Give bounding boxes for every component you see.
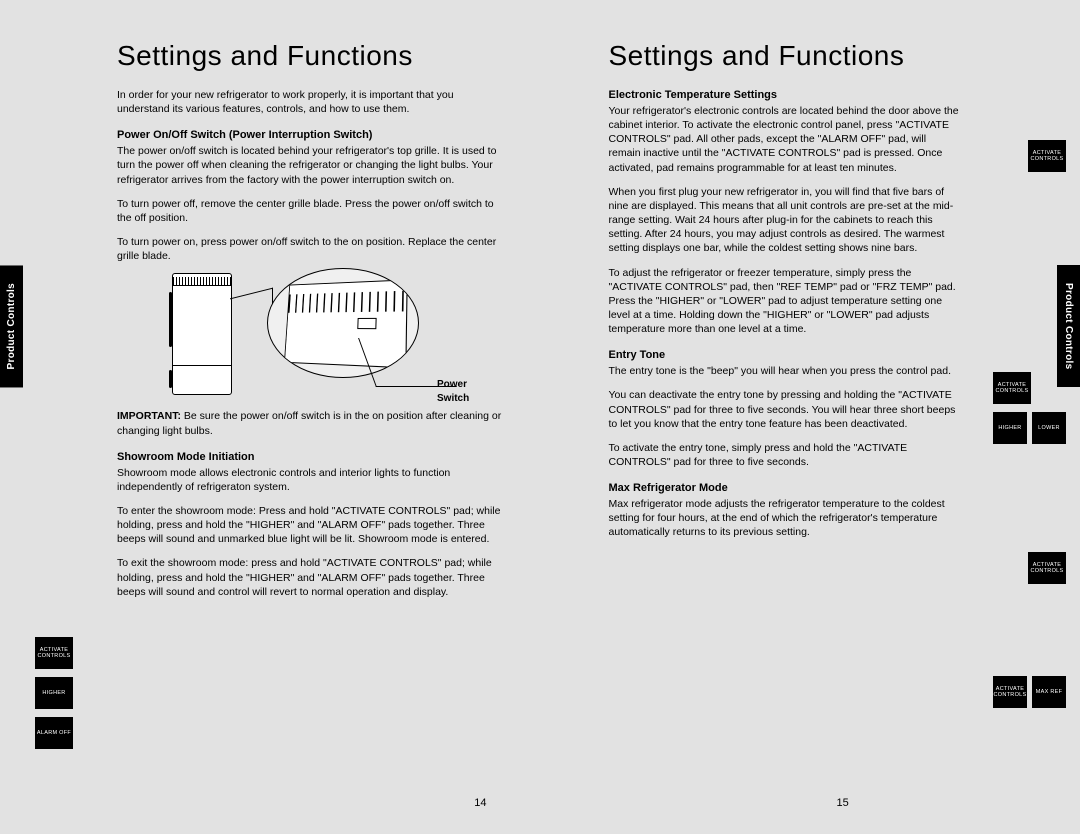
body-right: Electronic Temperature Settings Your ref… [609, 88, 961, 540]
side-tab-left: Product Controls [0, 265, 23, 387]
text: You can deactivate the entry tone by pre… [609, 388, 961, 431]
power-switch-label: Power Switch [437, 378, 472, 405]
text: To enter the showroom mode: Press and ho… [117, 504, 502, 547]
pad-alarm-off: ALARM OFF [35, 717, 73, 749]
important-note: IMPORTANT: Be sure the power on/off swit… [117, 409, 502, 437]
body-left: In order for your new refrigerator to wo… [117, 88, 502, 599]
pad-higher: HIGHER [35, 677, 73, 709]
fridge-icon [172, 273, 232, 395]
section-max-ref-title: Max Refrigerator Mode [609, 481, 961, 496]
intro-text: In order for your new refrigerator to wo… [117, 88, 502, 116]
pad-higher: HIGHER [993, 412, 1027, 444]
page-title: Settings and Functions [117, 40, 502, 72]
pad-max-ref: MAX REF [1032, 676, 1066, 708]
pad-group-3: ACTIVATE CONTROLS [1028, 552, 1066, 584]
text: Your refrigerator's electronic controls … [609, 104, 961, 175]
page-spread: Product Controls Settings and Functions … [0, 0, 1080, 834]
pad-activate-controls: ACTIVATE CONTROLS [1028, 140, 1066, 172]
page-number: 15 [837, 797, 849, 809]
side-tab-right: Product Controls [1057, 265, 1080, 387]
text: Max refrigerator mode adjusts the refrig… [609, 497, 961, 540]
pad-group-2: ACTIVATE CONTROLS HIGHER LOWER [993, 372, 1066, 444]
pad-group-4: ACTIVATE CONTROLS MAX REF [993, 676, 1066, 708]
pad-group-1: ACTIVATE CONTROLS [1028, 140, 1066, 172]
page-title: Settings and Functions [609, 40, 1036, 72]
section-temp-title: Electronic Temperature Settings [609, 88, 961, 103]
text: To activate the entry tone, simply press… [609, 441, 961, 469]
text: To exit the showroom mode: press and hol… [117, 556, 502, 599]
section-entry-tone-title: Entry Tone [609, 348, 961, 363]
pad-activate-controls: ACTIVATE CONTROLS [1028, 552, 1066, 584]
text: To adjust the refrigerator or freezer te… [609, 266, 961, 337]
text: When you first plug your new refrigerato… [609, 185, 961, 256]
pad-column-left: ACTIVATE CONTROLS HIGHER ALARM OFF [35, 637, 73, 749]
text: Showroom mode allows electronic controls… [117, 466, 502, 494]
text: To turn power off, remove the center gri… [117, 197, 502, 225]
page-right: Product Controls Settings and Functions … [547, 40, 1080, 809]
section-showroom-title: Showroom Mode Initiation [117, 450, 502, 465]
pad-lower: LOWER [1032, 412, 1066, 444]
text: The entry tone is the "beep" you will he… [609, 364, 961, 378]
pad-activate-controls: ACTIVATE CONTROLS [993, 676, 1027, 708]
text: To turn power on, press power on/off swi… [117, 235, 502, 263]
pad-activate-controls: ACTIVATE CONTROLS [35, 637, 73, 669]
power-switch-illustration: Power Switch [172, 273, 472, 403]
page-number: 14 [474, 797, 486, 809]
section-power-title: Power On/Off Switch (Power Interruption … [117, 128, 502, 143]
pad-activate-controls: ACTIVATE CONTROLS [993, 372, 1031, 404]
important-label: IMPORTANT: [117, 410, 181, 422]
text: The power on/off switch is located behin… [117, 144, 502, 187]
page-left: Product Controls Settings and Functions … [0, 40, 547, 809]
